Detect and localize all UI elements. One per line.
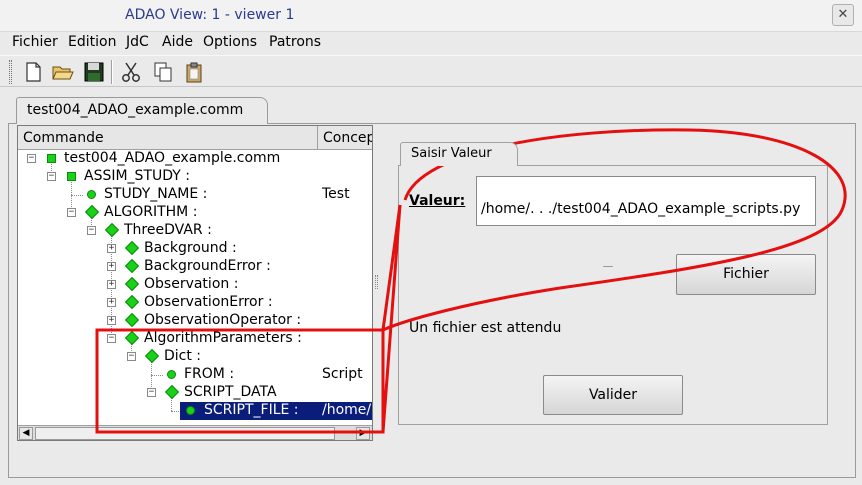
- expand-toggle[interactable]: +: [107, 316, 116, 325]
- factor-keyword-icon: [144, 348, 160, 364]
- menu-jdc[interactable]: JdC: [126, 34, 149, 50]
- scroll-right-arrow-icon[interactable]: ▶: [356, 427, 370, 440]
- fichier-button[interactable]: Fichier: [676, 254, 816, 295]
- menu-bar: Fichier Edition JdC Aide Options Patrons: [0, 32, 862, 54]
- factor-keyword-icon: [104, 222, 120, 238]
- tree-row-script-file[interactable]: SCRIPT_FILE : /home/: [18, 402, 372, 420]
- tree-row-background[interactable]: + Background :: [18, 240, 372, 258]
- scrollbar-thumb[interactable]: [35, 427, 335, 440]
- new-file-button[interactable]: [21, 60, 45, 84]
- command-node-icon: [67, 172, 76, 181]
- menu-edition[interactable]: Edition: [68, 34, 116, 50]
- panel-splitter-handle[interactable]: [375, 275, 378, 289]
- status-message: Un fichier est attendu: [409, 320, 562, 336]
- factor-keyword-icon: [124, 330, 140, 346]
- column-header-commande[interactable]: Commande: [18, 126, 318, 150]
- tree-row-study-file[interactable]: − test004_ADAO_example.comm: [18, 150, 372, 168]
- collapse-toggle[interactable]: −: [27, 154, 36, 163]
- study-node-icon: [47, 154, 56, 163]
- tree-row-study-name[interactable]: STUDY_NAME : Test: [18, 186, 372, 204]
- tree-row-observation-operator[interactable]: + ObservationOperator :: [18, 312, 372, 330]
- tree-row-observation[interactable]: + Observation :: [18, 276, 372, 294]
- scroll-left-arrow-icon[interactable]: ◀: [19, 427, 33, 440]
- collapse-toggle[interactable]: −: [127, 352, 136, 361]
- menu-patrons[interactable]: Patrons: [269, 34, 321, 50]
- tree-row-background-error[interactable]: + BackgroundError :: [18, 258, 372, 276]
- cut-button[interactable]: [119, 60, 143, 84]
- title-bar: ADAO View: 1 - viewer 1 ✕: [0, 0, 862, 32]
- toolbar-grip[interactable]: [9, 60, 12, 84]
- valider-button[interactable]: Valider: [543, 375, 683, 415]
- command-tree: Commande Concep − test004_ADAO_example.c…: [17, 125, 373, 441]
- simple-keyword-icon: [87, 190, 96, 199]
- menu-fichier[interactable]: Fichier: [12, 34, 58, 50]
- expand-toggle[interactable]: +: [107, 298, 116, 307]
- factor-keyword-icon: [124, 276, 140, 292]
- tab-saisir-valeur[interactable]: Saisir Valeur: [400, 142, 518, 166]
- tree-row-algorithm[interactable]: − ALGORITHM :: [18, 204, 372, 222]
- open-file-button[interactable]: [51, 60, 75, 84]
- factor-keyword-icon: [164, 384, 180, 400]
- copy-icon: [154, 62, 172, 82]
- toolbar: [0, 55, 862, 87]
- expand-toggle[interactable]: +: [107, 262, 116, 271]
- tree-row-assim-study[interactable]: − ASSIM_STUDY :: [18, 168, 372, 186]
- collapse-toggle[interactable]: −: [147, 388, 156, 397]
- collapse-toggle[interactable]: −: [107, 334, 116, 343]
- tree-row-from[interactable]: FROM : Script: [18, 366, 372, 384]
- copy-button[interactable]: [151, 60, 175, 84]
- tree-body: − test004_ADAO_example.comm − ASSIM_STUD…: [18, 150, 372, 426]
- valeur-input[interactable]: [476, 176, 816, 226]
- tree-row-observation-error[interactable]: + ObservationError :: [18, 294, 372, 312]
- menu-aide[interactable]: Aide: [162, 34, 193, 50]
- window-title: ADAO View: 1 - viewer 1: [125, 7, 295, 23]
- valeur-label: Valeur:: [409, 193, 466, 209]
- factor-keyword-icon: [124, 240, 140, 256]
- factor-keyword-icon: [124, 258, 140, 274]
- factor-keyword-icon: [124, 312, 140, 328]
- tree-row-dict[interactable]: − Dict :: [18, 348, 372, 366]
- divider: [603, 266, 613, 267]
- factor-keyword-icon: [124, 294, 140, 310]
- scissors-icon: [122, 62, 140, 82]
- expand-toggle[interactable]: +: [107, 280, 116, 289]
- tab-document[interactable]: test004_ADAO_example.comm: [16, 97, 268, 124]
- paste-button[interactable]: [182, 60, 206, 84]
- save-disk-icon: [84, 62, 104, 82]
- save-file-button[interactable]: [82, 60, 106, 84]
- tree-row-algorithm-parameters[interactable]: − AlgorithmParameters :: [18, 330, 372, 348]
- new-file-icon: [26, 62, 41, 82]
- factor-keyword-icon: [84, 204, 100, 220]
- tree-row-threedvar[interactable]: − ThreeDVAR :: [18, 222, 372, 240]
- toolbar-separator: [111, 60, 113, 84]
- close-window-button[interactable]: ✕: [832, 4, 854, 26]
- simple-keyword-icon: [167, 370, 176, 379]
- collapse-toggle[interactable]: −: [67, 208, 76, 217]
- collapse-toggle[interactable]: −: [87, 226, 96, 235]
- column-header-concept[interactable]: Concep: [318, 126, 372, 150]
- open-folder-icon: [52, 66, 74, 80]
- clipboard-icon: [186, 62, 202, 83]
- simple-keyword-icon: [186, 406, 195, 415]
- expand-toggle[interactable]: +: [107, 244, 116, 253]
- tree-header: Commande Concep: [18, 126, 372, 150]
- collapse-toggle[interactable]: −: [47, 172, 56, 181]
- menu-options[interactable]: Options: [203, 34, 257, 50]
- horizontal-scrollbar[interactable]: ◀ ▶: [18, 425, 372, 440]
- tree-row-script-data[interactable]: − SCRIPT_DATA: [18, 384, 372, 402]
